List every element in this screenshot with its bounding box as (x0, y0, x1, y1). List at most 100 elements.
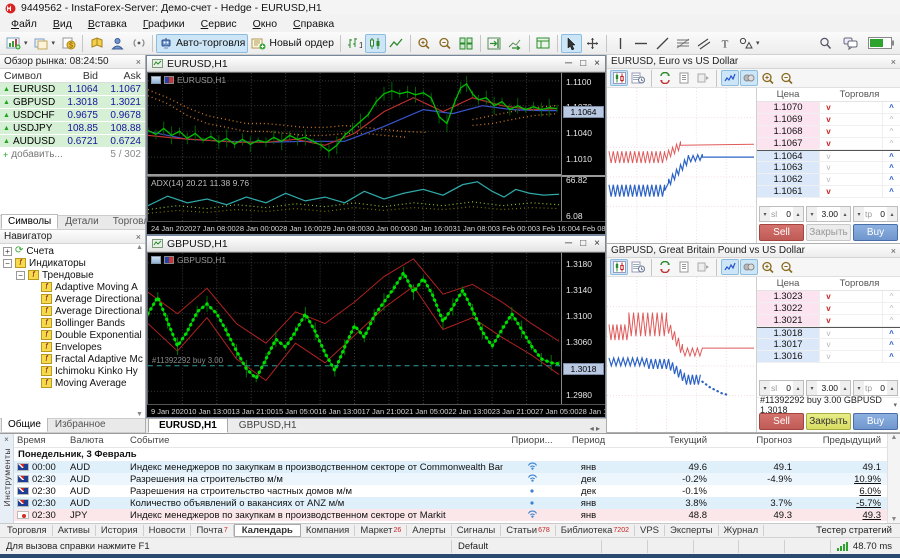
spin-down-icon[interactable]: ▾ (807, 381, 817, 395)
collapse-icon[interactable]: − (16, 271, 25, 280)
connection-status[interactable]: 48.70 ms (831, 540, 900, 553)
market-watch-row-usdchf[interactable]: ▲USDCHF0.96750.9678 (0, 109, 145, 122)
toolbar-button-bars-chart[interactable]: 1 (344, 34, 365, 53)
tab-scroll-arrows[interactable]: ◂ ▸ (590, 424, 604, 433)
toolbar-button-person[interactable] (107, 34, 128, 53)
depth-row-bid[interactable]: 1.1062v^ (757, 174, 900, 186)
menu-окно[interactable]: Окно (245, 17, 285, 31)
navigator-item[interactable]: fAdaptive Moving A (0, 281, 145, 293)
toolbar-button-search[interactable] (815, 34, 836, 53)
sell-arrow-icon[interactable]: v (819, 315, 837, 327)
buy-arrow-icon[interactable]: ^ (882, 291, 900, 303)
menu-сервис[interactable]: Сервис (193, 17, 245, 31)
navigator-tab-избранное[interactable]: Избранное (48, 417, 113, 432)
sell-arrow-icon[interactable]: v (819, 174, 837, 186)
eurusd-time-axis[interactable]: 24 Jan 202027 Jan 08:0028 Jan 00:0028 Ja… (147, 221, 605, 234)
sell-arrow-icon[interactable]: v (819, 291, 837, 303)
sell-arrow-icon[interactable]: v (819, 339, 837, 351)
tick-chart[interactable] (607, 88, 757, 243)
toolbar-button-chat[interactable] (840, 34, 861, 53)
calendar-column-1[interactable]: Валюта (70, 435, 130, 446)
spinner-value[interactable]: 0 (778, 209, 793, 219)
calendar-column-4[interactable]: Период (561, 435, 616, 446)
scroll-up-icon[interactable]: ▲ (891, 434, 898, 441)
navigator-item[interactable]: fAverage Directional (0, 293, 145, 305)
buy-arrow-icon[interactable]: ^ (882, 328, 900, 339)
sell-arrow-icon[interactable]: v (819, 351, 837, 363)
depth-row-bid[interactable]: 1.3018v^ (757, 327, 900, 339)
buy-button[interactable]: Buy (853, 224, 898, 241)
toolbar-button-candles-chart[interactable] (365, 34, 386, 53)
sell-arrow-icon[interactable]: v (819, 162, 837, 174)
panel-button-zoom-in[interactable] (759, 259, 777, 275)
lot-spinner[interactable]: ▾3.00▴ (806, 206, 851, 222)
navigator-tab-общие[interactable]: Общие (1, 417, 48, 432)
calendar-row[interactable]: 02:30AUDКоличество объявлений о вакансия… (14, 497, 887, 509)
scroll-up-icon[interactable]: ▲ (136, 244, 143, 251)
bottom-tab-новости[interactable]: Новости (144, 525, 192, 536)
depth-row-bid[interactable]: 1.1061v^ (757, 186, 900, 198)
buy-arrow-icon[interactable]: ^ (882, 138, 900, 150)
expand-icon[interactable]: + (3, 247, 12, 256)
bottom-tab-библиотека[interactable]: Библиотека7202 (556, 525, 635, 536)
bottom-tab-компания[interactable]: Компания (301, 525, 355, 536)
spin-up-icon[interactable]: ▴ (887, 207, 897, 221)
menu-графики[interactable]: Графики (135, 17, 193, 31)
sell-arrow-icon[interactable]: v (819, 126, 837, 138)
depth-row-ask[interactable]: 1.3021v^ (757, 315, 900, 327)
tick-chart-canvas[interactable] (607, 277, 756, 432)
tick-chart[interactable] (607, 277, 757, 432)
panel-button-depth-clock[interactable] (629, 259, 647, 275)
depth-row-bid[interactable]: 1.3016v^ (757, 351, 900, 363)
market-watch-add-row[interactable]: + добавить... 5 / 302 (0, 148, 145, 161)
bottom-tab-маркет[interactable]: Маркет26 (355, 525, 407, 536)
spinner-value[interactable]: 0 (873, 383, 887, 393)
calendar-scrollbar[interactable]: ▲▼ (887, 434, 900, 523)
depth-row-ask[interactable]: 1.1067v^ (757, 138, 900, 150)
gbpusd-price-axis[interactable]: 1.31801.31401.31001.30601.29801.3018 (561, 252, 605, 404)
toolbar-button-shapes[interactable]: ▾ (736, 34, 763, 53)
spin-down-icon[interactable]: ▾ (807, 207, 817, 221)
navigator-item[interactable]: fIchimoku Kinko Hy (0, 365, 145, 377)
sell-arrow-icon[interactable]: v (819, 186, 837, 198)
chart-window-titlebar[interactable]: EURUSD,H1 ─□× (147, 56, 605, 72)
menu-вид[interactable]: Вид (45, 17, 80, 31)
toolbar-button-scripts[interactable]: $ (58, 34, 79, 53)
bottom-tab-vps[interactable]: VPS (635, 525, 665, 536)
toolbar-button-trendline[interactable] (652, 34, 673, 53)
calendar-column-3[interactable]: Приори... (503, 435, 561, 446)
toolbar-button-line-chart[interactable] (386, 34, 407, 53)
sell-button[interactable]: Sell (759, 413, 804, 430)
buy-arrow-icon[interactable]: ^ (882, 303, 900, 315)
toolbar-button-battery[interactable] (865, 34, 897, 53)
bottom-tab-сигналы[interactable]: Сигналы (452, 525, 502, 536)
panel-button-circles[interactable] (740, 70, 758, 86)
toolbar-button-new-chart[interactable]: ▾ (3, 34, 31, 53)
depth-row-bid[interactable]: 1.1063v^ (757, 162, 900, 174)
calendar-row[interactable]: 00:00AUDИндекс менеджеров по закупкам в … (14, 461, 887, 473)
panel-button-zoom-out[interactable] (778, 259, 796, 275)
minimize-icon[interactable]: ─ (565, 238, 572, 249)
toolbar-button-shift-end[interactable] (484, 34, 505, 53)
bottom-tab-календарь[interactable]: Календарь (234, 524, 301, 537)
market-watch-row-eurusd[interactable]: ▲EURUSD1.10641.1067 (0, 83, 145, 96)
menu-файл[interactable]: Файл (3, 17, 45, 31)
buy-arrow-icon[interactable]: ^ (882, 339, 900, 351)
sell-button[interactable]: Sell (759, 224, 804, 241)
navigator-item[interactable]: −fТрендовые (0, 269, 145, 281)
column-header-символ[interactable]: Символ (0, 70, 59, 82)
close-icon[interactable]: × (891, 57, 896, 67)
panel-button-refresh-rg[interactable] (656, 259, 674, 275)
spin-up-icon[interactable]: ▴ (793, 381, 803, 395)
position-row[interactable]: #11392292 buy 3.00 GBPUSD 1.3018▾ (757, 397, 900, 412)
maximize-icon[interactable]: □ (580, 58, 586, 69)
navigator-item[interactable]: fFractal Adaptive Mc (0, 353, 145, 365)
panel-button-tickline[interactable] (721, 70, 739, 86)
spinner-value[interactable]: 3.00 (817, 383, 840, 393)
market-watch-row-gbpusd[interactable]: ▲GBPUSD1.30181.3021 (0, 96, 145, 109)
sell-arrow-icon[interactable]: v (819, 102, 837, 114)
toolbox-side-tab[interactable]: × Инструменты (0, 434, 14, 523)
calendar-column-5[interactable]: Текущий (616, 435, 713, 446)
status-profile[interactable]: Default (452, 540, 602, 553)
toolbar-button-zoom-out[interactable] (435, 34, 456, 53)
